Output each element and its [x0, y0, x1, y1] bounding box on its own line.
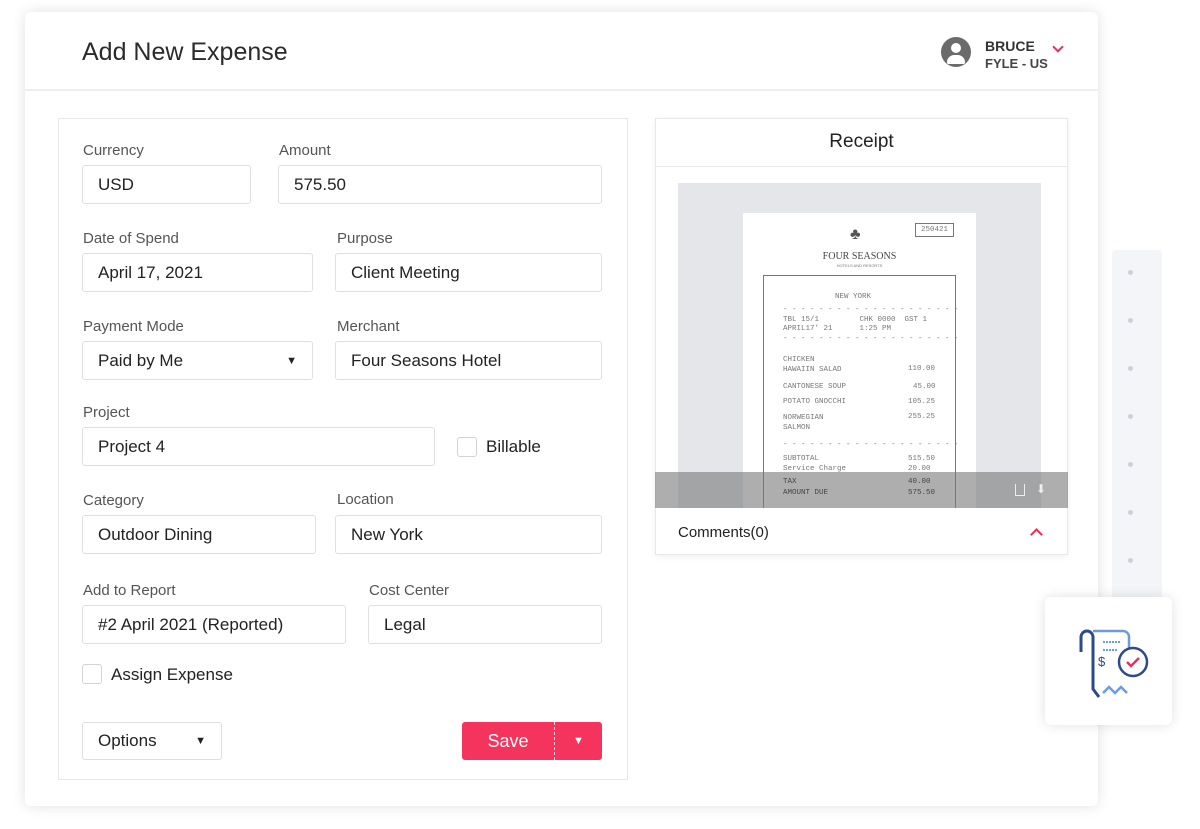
payment-mode-value: Paid by Me [98, 350, 184, 370]
receipt-item: POTATO GNOCCHI [783, 398, 847, 406]
merchant-field[interactable]: Four Seasons Hotel [335, 341, 602, 380]
payment-mode-select[interactable]: Paid by Me ▼ [82, 341, 313, 380]
category-field[interactable]: Outdoor Dining [82, 515, 316, 554]
caret-down-icon: ▼ [286, 354, 297, 367]
user-org: FYLE - US [985, 56, 1048, 71]
receipt-action-bar [655, 472, 1068, 508]
receipt-brand-sub: HOTELS AND RESORTS [836, 263, 883, 268]
date-label: Date of Spend [83, 230, 179, 247]
purpose-label: Purpose [337, 230, 393, 247]
caret-down-icon: ▼ [195, 735, 206, 747]
receipt-item: CHICKEN HAWAIIN SALAD [783, 356, 842, 374]
assign-expense-label: Assign Expense [111, 665, 233, 684]
amount-label: Amount [279, 142, 331, 159]
assign-expense-checkbox[interactable] [82, 664, 102, 684]
receipt-number: 250421 [915, 223, 955, 237]
receipt-item-price: 45.00 [913, 383, 936, 391]
save-button[interactable]: Save [462, 722, 555, 760]
receipt-item-price: 255.25 [908, 413, 936, 421]
receipt-image[interactable]: 250421 ♣ FOUR SEASONS HOTELS AND RESORTS… [678, 183, 1041, 508]
receipt-total-price: 515.50 [908, 455, 936, 463]
report-label: Add to Report [83, 582, 176, 599]
receipt-paper: 250421 ♣ FOUR SEASONS HOTELS AND RESORTS… [743, 213, 976, 508]
receipt-title: Receipt [655, 118, 1068, 167]
cost-center-label: Cost Center [369, 582, 450, 599]
tree-logo-icon: ♣ [850, 226, 861, 243]
receipt-check-icon: $ [1079, 629, 1149, 698]
location-label: Location [337, 491, 394, 508]
receipt-meta: TBL 15/1 CHK 0000 GST 1 [783, 316, 928, 324]
user-name[interactable]: BRUCE [985, 38, 1035, 54]
receipt-meta: APRIL17' 21 1:25 PM [783, 325, 892, 333]
billable-checkbox[interactable] [457, 437, 477, 457]
receipt-city: NEW YORK [835, 293, 872, 301]
currency-label: Currency [83, 142, 144, 159]
receipt-total: AMOUNT DUE [783, 489, 829, 497]
download-icon[interactable]: ⬇ [1036, 482, 1046, 496]
project-label: Project [83, 404, 130, 421]
save-dropdown-button[interactable]: ▼ [555, 722, 602, 760]
receipt-total: SUBTOTAL [783, 455, 820, 463]
svg-text:$: $ [1098, 654, 1106, 669]
project-field[interactable]: Project 4 [82, 427, 435, 466]
options-label: Options [98, 731, 157, 750]
receipt-item: NORWEGIAN SALMON [783, 414, 824, 432]
receipt-approved-card: $ [1045, 597, 1172, 725]
options-button[interactable]: Options ▼ [82, 722, 222, 760]
receipt-brand: FOUR SEASONS [822, 251, 897, 262]
receipt-item: CANTONESE SOUP [783, 383, 847, 391]
receipt-item-price: 105.25 [908, 398, 936, 406]
billable-label: Billable [486, 437, 541, 456]
location-field[interactable]: New York [335, 515, 602, 554]
receipt-total: TAX [783, 478, 797, 486]
payment-mode-label: Payment Mode [83, 318, 184, 335]
receipt-total-price: 575.50 [908, 489, 936, 497]
category-label: Category [83, 492, 144, 509]
amount-field[interactable]: 575.50 [278, 165, 602, 204]
currency-field[interactable]: USD [82, 165, 251, 204]
decorative-dot-strip [1112, 250, 1162, 600]
trash-icon[interactable] [1015, 484, 1025, 496]
receipt-item-price: 110.00 [908, 365, 936, 373]
cost-center-field[interactable]: Legal [368, 605, 602, 644]
user-avatar-icon[interactable] [941, 37, 971, 67]
page-title: Add New Expense [82, 38, 288, 66]
comments-label[interactable]: Comments(0) [678, 524, 769, 541]
save-button-group: Save ▼ [462, 722, 602, 760]
receipt-total-price: 40.00 [908, 478, 931, 486]
receipt-total: Service Charge [783, 465, 847, 473]
receipt-total-price: 20.00 [908, 465, 931, 473]
merchant-label: Merchant [337, 318, 400, 335]
report-field[interactable]: #2 April 2021 (Reported) [82, 605, 346, 644]
date-field[interactable]: April 17, 2021 [82, 253, 313, 292]
purpose-field[interactable]: Client Meeting [335, 253, 602, 292]
